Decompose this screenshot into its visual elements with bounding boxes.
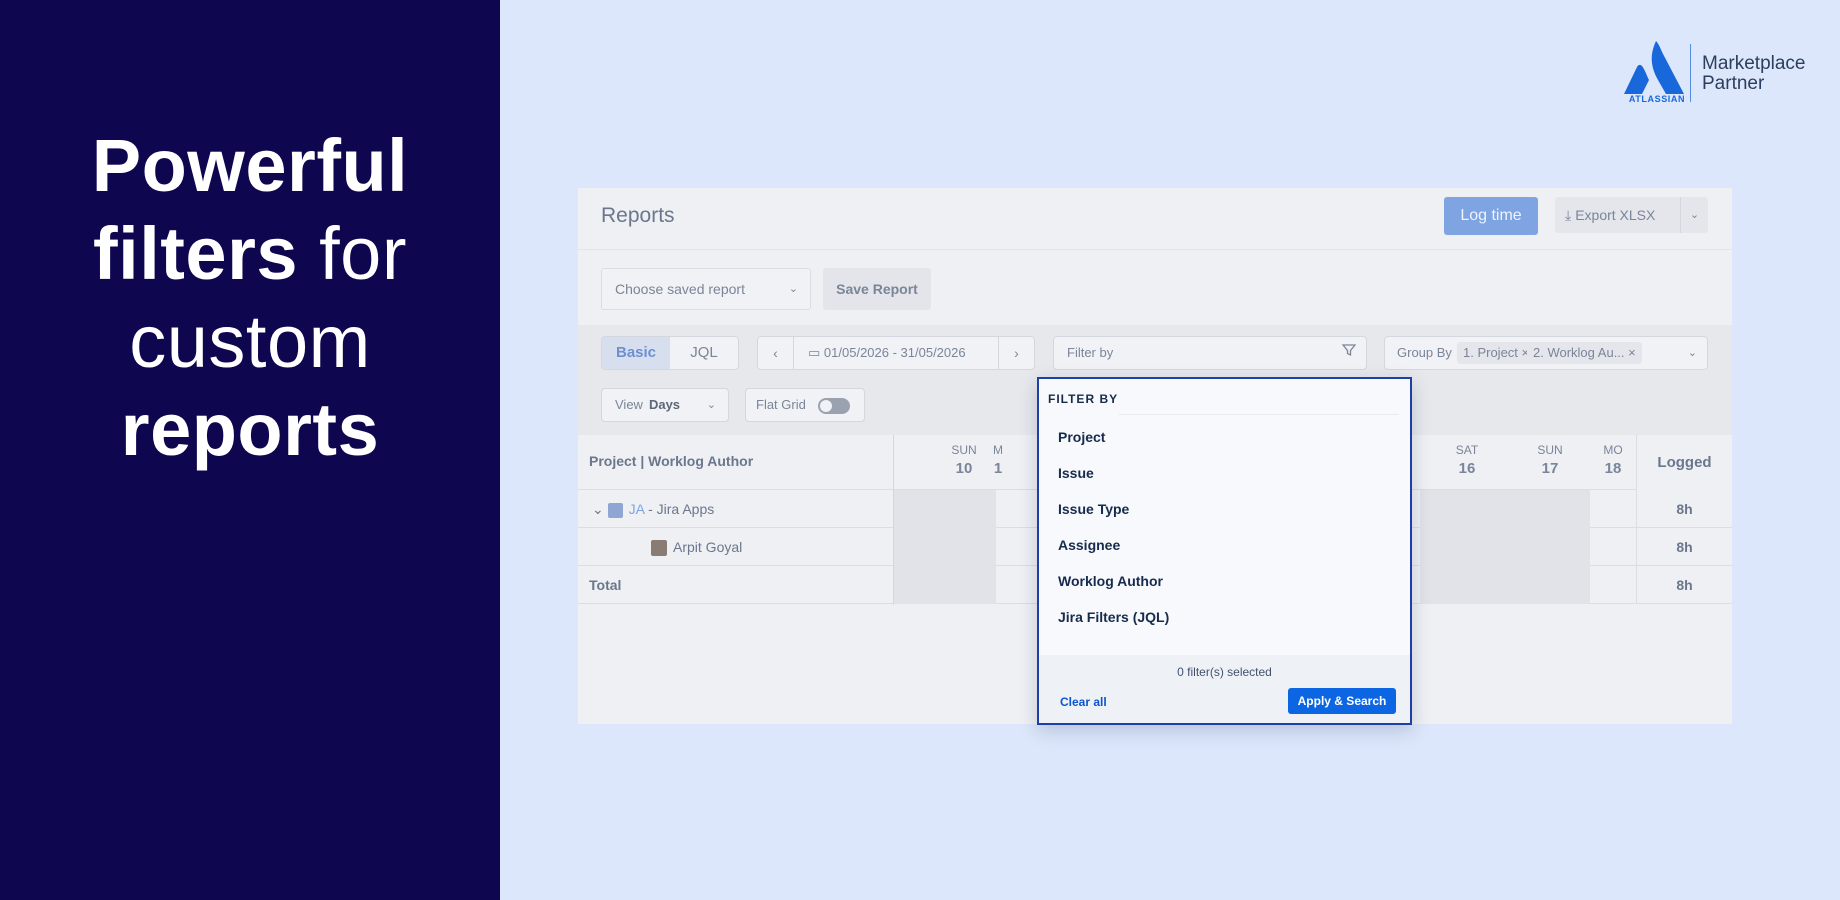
filter-by-input[interactable]: Filter by xyxy=(1053,336,1367,370)
clear-all-link[interactable]: Clear all xyxy=(1060,695,1107,709)
weekend-cell xyxy=(894,490,996,528)
project-key[interactable]: JA xyxy=(629,501,645,517)
badge-line-2: Partner xyxy=(1702,73,1765,94)
day-header: SUN 17 xyxy=(1515,443,1585,477)
atlassian-wordmark: ATLASSIAN xyxy=(1628,94,1686,104)
filter-option-project[interactable]: Project xyxy=(1039,419,1410,455)
filter-funnel-icon xyxy=(1341,337,1357,369)
log-time-button[interactable]: Log time xyxy=(1444,197,1538,235)
chevron-down-icon: ⌄ xyxy=(788,283,798,295)
hero-line-2-regular: for xyxy=(319,212,407,295)
project-row-label[interactable]: ⌄ JA - Jira Apps xyxy=(592,490,714,528)
marketplace-partner-text: Marketplace Partner xyxy=(1702,54,1806,94)
export-menu-chevron-icon[interactable]: ⌄ xyxy=(1680,197,1708,233)
day-date: 1 xyxy=(993,460,1003,477)
author-row-label: Arpit Goyal xyxy=(651,528,742,566)
hero-panel: Powerful filters for custom reports xyxy=(0,0,500,900)
group-by-label: Group By xyxy=(1397,345,1452,360)
filter-option-issue[interactable]: Issue xyxy=(1039,455,1410,491)
weekend-cell xyxy=(894,566,996,604)
previous-period-button[interactable]: ‹ xyxy=(758,337,794,369)
date-range-picker: ‹ ▭ 01/05/2026 - 31/05/2026 › xyxy=(757,336,1035,370)
hero-line-2-bold: filters xyxy=(93,212,299,295)
export-label: Export XLSX xyxy=(1575,207,1656,223)
selected-count: 0 filter(s) selected xyxy=(1177,665,1272,679)
next-period-button[interactable]: › xyxy=(998,337,1034,369)
group-chip-project[interactable]: 1. Project × xyxy=(1457,342,1536,364)
group-chip-label: 1. Project xyxy=(1463,345,1518,360)
tab-basic[interactable]: Basic xyxy=(602,337,670,369)
author-name: Arpit Goyal xyxy=(673,539,743,555)
logged-value: 8h xyxy=(1636,566,1732,604)
badge-divider xyxy=(1690,44,1691,102)
project-name: - Jira Apps xyxy=(648,501,715,517)
weekend-cell xyxy=(1420,566,1590,604)
filter-option-worklog-author[interactable]: Worklog Author xyxy=(1039,563,1410,599)
day-header: M1 xyxy=(988,443,1008,477)
saved-report-select[interactable]: Choose saved report ⌄ xyxy=(601,268,811,310)
view-value: Days xyxy=(648,397,681,412)
group-by-select[interactable]: Group By 1. Project × 2. Worklog Au... ×… xyxy=(1384,336,1708,370)
filter-by-placeholder: Filter by xyxy=(1067,345,1114,360)
app-header: Reports Log time ⤓ Export XLSX ⌄ xyxy=(578,188,1732,250)
filter-option-issue-type[interactable]: Issue Type xyxy=(1039,491,1410,527)
hero-line-4: reports xyxy=(120,388,380,471)
day-header: SAT 16 xyxy=(1432,443,1502,477)
marketplace-partner-badge: ATLASSIAN Marketplace Partner xyxy=(1622,40,1812,106)
column-divider xyxy=(893,435,894,605)
group-chip-worklog-author[interactable]: 2. Worklog Au... × xyxy=(1527,342,1642,364)
chevron-down-icon[interactable]: ⌄ xyxy=(1688,337,1697,369)
day-of-week: SAT xyxy=(1455,443,1479,457)
date-range-text: 01/05/2026 - 31/05/2026 xyxy=(823,345,966,360)
heading-divider xyxy=(1119,414,1399,415)
day-date: 18 xyxy=(1604,460,1622,477)
download-icon: ⤓ xyxy=(1565,207,1572,223)
badge-line-1: Marketplace xyxy=(1702,53,1806,74)
day-date: 16 xyxy=(1458,460,1476,477)
apply-search-button[interactable]: Apply & Search xyxy=(1288,688,1396,714)
chevron-down-icon: ⌄ xyxy=(706,399,716,411)
avatar xyxy=(651,540,667,557)
weekend-cell xyxy=(1420,528,1590,566)
export-xlsx-button[interactable]: ⤓ Export XLSX xyxy=(1555,197,1685,233)
mode-toggle: Basic JQL xyxy=(601,336,739,370)
logged-column-header: Logged xyxy=(1636,435,1732,490)
day-of-week: SUN xyxy=(1537,443,1563,457)
flat-grid-control: Flat Grid xyxy=(745,388,865,422)
logged-value: 8h xyxy=(1636,490,1732,528)
filter-option-jira-filters[interactable]: Jira Filters (JQL) xyxy=(1039,599,1410,635)
first-column-header: Project | Worklog Author xyxy=(589,453,754,469)
view-select[interactable]: View Days ⌄ xyxy=(601,388,729,422)
hero-headline: Powerful filters for custom reports xyxy=(0,122,500,474)
expand-chevron-icon[interactable]: ⌄ xyxy=(592,501,604,517)
day-of-week: M xyxy=(993,443,1003,457)
day-date: 17 xyxy=(1541,460,1559,477)
remove-chip-icon[interactable]: × xyxy=(1628,345,1636,360)
weekend-cell xyxy=(894,528,996,566)
view-label: View xyxy=(615,397,643,412)
total-row-label: Total xyxy=(589,577,622,593)
saved-report-placeholder: Choose saved report xyxy=(615,281,745,297)
flat-grid-toggle[interactable] xyxy=(818,398,850,414)
filter-option-assignee[interactable]: Assignee xyxy=(1039,527,1410,563)
tab-jql[interactable]: JQL xyxy=(670,337,738,369)
calendar-icon: ▭ xyxy=(808,345,821,360)
weekend-cell xyxy=(1420,490,1590,528)
day-header: MO 18 xyxy=(1598,443,1628,477)
group-chip-label: 2. Worklog Au... xyxy=(1533,345,1625,360)
day-of-week: MO xyxy=(1603,443,1623,457)
page-title: Reports xyxy=(601,204,675,227)
filter-options-list: Project Issue Issue Type Assignee Worklo… xyxy=(1039,419,1410,635)
filter-popup-heading: FILTER BY xyxy=(1048,392,1119,406)
project-icon xyxy=(607,502,623,518)
flat-grid-label: Flat Grid xyxy=(756,397,806,412)
date-range-value[interactable]: ▭ 01/05/2026 - 31/05/2026 xyxy=(808,337,966,369)
hero-line-1: Powerful xyxy=(91,124,409,207)
hero-line-3: custom xyxy=(129,300,371,383)
save-report-button[interactable]: Save Report xyxy=(823,268,931,310)
filter-by-popup: FILTER BY Project Issue Issue Type Assig… xyxy=(1037,377,1412,725)
logged-value: 8h xyxy=(1636,528,1732,566)
